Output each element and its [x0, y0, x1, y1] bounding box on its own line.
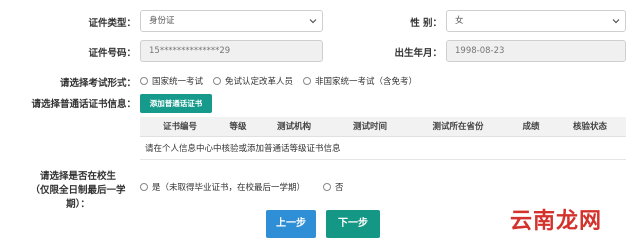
id-number-field: 15**************29 — [140, 40, 323, 62]
radio-icon — [323, 183, 332, 191]
add-cert-button[interactable]: 添加普通话证书 — [140, 94, 212, 113]
exam-form-options: 国家统一考试 免试认定改革人员 非国家统一考试（含免考） — [140, 75, 427, 87]
exam-form-label: 请选择考试形式： — [59, 78, 136, 89]
gender-select[interactable]: 女 — [446, 10, 626, 32]
in-school-options: 是（未取得毕业证书，在校最后一学期） 否 — [140, 181, 354, 193]
birth-label: 出生年月： — [394, 48, 442, 59]
id-type-label: 证件类型： — [88, 18, 136, 29]
next-step-button[interactable]: 下一步 — [326, 210, 380, 238]
prev-step-button[interactable]: 上一步 — [266, 210, 316, 238]
col-score: 成绩 — [508, 117, 554, 137]
radio-icon — [303, 77, 312, 85]
col-verify-status: 核验状态 — [554, 117, 626, 137]
exam-form-option-exempt[interactable]: 免试认定改革人员 — [213, 75, 293, 87]
id-number-label: 证件号码： — [88, 48, 136, 59]
chevron-down-icon — [309, 17, 317, 25]
radio-icon — [213, 77, 222, 85]
table-row: 请在个人信息中心中核验或添加普通话等级证书信息 — [140, 136, 626, 160]
id-type-value: 身份证 — [149, 16, 175, 26]
exam-form-option-non-national[interactable]: 非国家统一考试（含免考） — [303, 75, 417, 87]
birth-field: 1998-08-23 — [446, 40, 626, 62]
col-test-province: 测试所在省份 — [408, 117, 508, 137]
col-test-agency: 测试机构 — [256, 117, 332, 137]
col-cert-number: 证书编号 — [140, 117, 220, 137]
in-school-label-line2: （仅限全日制最后一学期）： — [30, 185, 126, 210]
in-school-option-yes[interactable]: 是（未取得毕业证书，在校最后一学期） — [140, 181, 305, 193]
id-type-select[interactable]: 身份证 — [140, 10, 323, 32]
in-school-option-no[interactable]: 否 — [323, 181, 344, 193]
chevron-down-icon — [612, 17, 620, 25]
radio-icon — [140, 77, 148, 85]
in-school-label: 请选择是否在校生 （仅限全日制最后一学期）： — [20, 170, 136, 212]
col-test-time: 测试时间 — [332, 117, 408, 137]
cert-label: 请选择普通话证书信息： — [31, 99, 136, 110]
in-school-label-line1: 请选择是否在校生 — [39, 171, 116, 182]
site-watermark: 云南龙网 — [510, 209, 603, 234]
cert-note: 请在个人信息中心中核验或添加普通话等级证书信息 — [140, 136, 626, 160]
exam-form-option-national[interactable]: 国家统一考试 — [140, 75, 203, 87]
gender-value: 女 — [455, 16, 464, 26]
cert-table: 证书编号 等级 测试机构 测试时间 测试所在省份 成绩 核验状态 请在个人信息中… — [140, 117, 626, 160]
cert-table-header: 证书编号 等级 测试机构 测试时间 测试所在省份 成绩 核验状态 — [140, 117, 626, 137]
gender-label: 性 别： — [410, 18, 442, 29]
col-level: 等级 — [220, 117, 256, 137]
radio-icon — [140, 183, 148, 191]
